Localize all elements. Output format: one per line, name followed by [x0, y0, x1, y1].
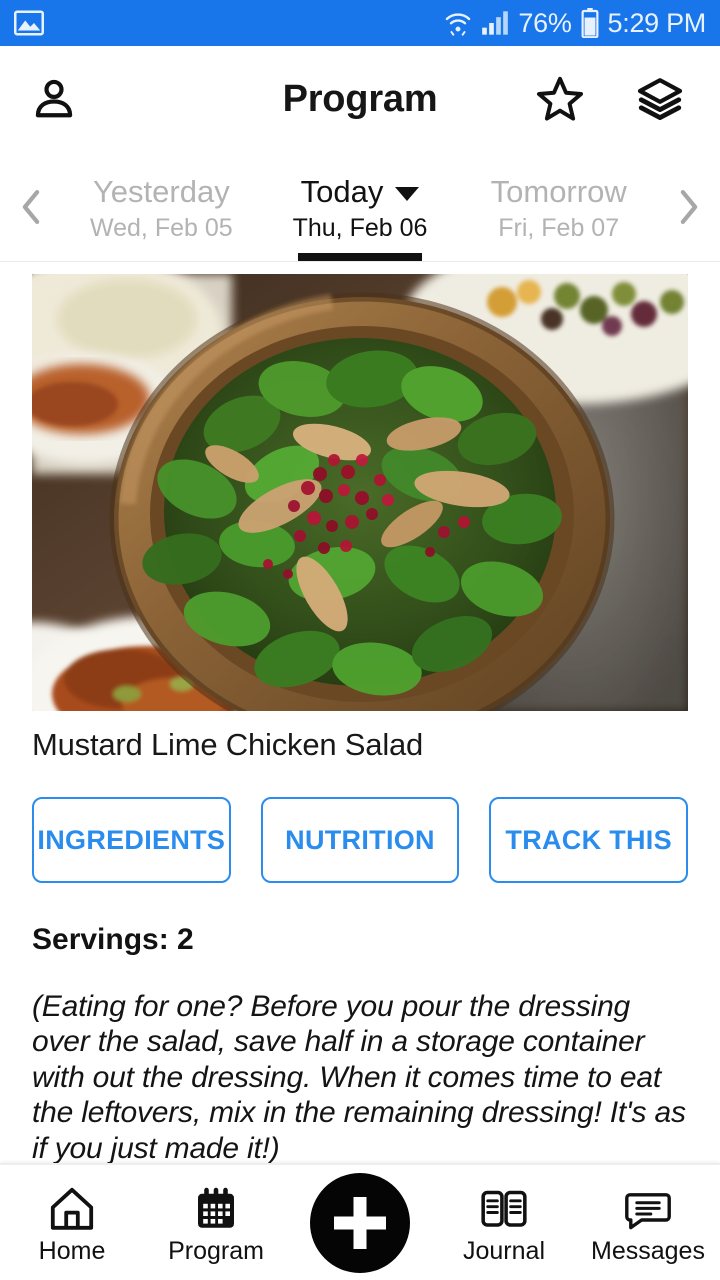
recipe-title: Mustard Lime Chicken Salad [32, 727, 424, 762]
book-icon [479, 1181, 529, 1233]
day-tab-today-date: Thu, Feb 06 [292, 214, 428, 243]
day-tab-today[interactable]: Today Thu, Feb 06 [261, 152, 460, 261]
day-tab-yesterday-date: Wed, Feb 05 [89, 214, 233, 243]
day-selector: Yesterday Wed, Feb 05 Today Thu, Feb 06 … [0, 152, 720, 262]
day-tabs: Yesterday Wed, Feb 05 Today Thu, Feb 06 … [62, 152, 658, 261]
active-tab-indicator [298, 253, 422, 261]
nav-label-journal: Journal [463, 1237, 545, 1265]
clock-label: 5:29 PM [607, 7, 707, 38]
calendar-icon [192, 1181, 240, 1233]
recipe-note: (Eating for one? Before you pour the dre… [32, 990, 686, 1163]
chevron-right-icon[interactable] [658, 152, 720, 261]
nav-label-program: Program [168, 1237, 264, 1265]
track-this-button[interactable]: TRACK THIS [489, 797, 689, 883]
nutrition-button[interactable]: NUTRITION [260, 797, 460, 883]
cellular-signal-icon [481, 10, 509, 36]
day-tab-yesterday[interactable]: Yesterday Wed, Feb 05 [62, 152, 261, 261]
add-button[interactable] [310, 1172, 410, 1273]
person-icon[interactable] [26, 71, 82, 127]
app-screen: 76% 5:29 PM Program Yesterday Wed, Feb 0… [0, 0, 720, 1280]
day-tab-tomorrow-name: Tomorrow [490, 173, 627, 209]
star-outline-icon[interactable] [532, 71, 588, 127]
chevron-left-icon[interactable] [0, 152, 62, 261]
nav-label-messages: Messages [591, 1237, 705, 1265]
ingredients-button[interactable]: INGREDIENTS [32, 797, 231, 883]
day-tab-tomorrow[interactable]: Tomorrow Fri, Feb 07 [459, 152, 658, 261]
app-bar: Program [0, 46, 720, 152]
nav-item-program[interactable]: Program [144, 1165, 288, 1280]
plus-icon [334, 1197, 386, 1249]
nav-label-home: Home [38, 1237, 106, 1265]
status-bar: 76% 5:29 PM [0, 0, 720, 46]
app-bar-actions [532, 71, 688, 127]
day-tab-tomorrow-date: Fri, Feb 07 [498, 214, 620, 243]
nav-item-home[interactable]: Home [0, 1165, 144, 1280]
day-tab-today-name: Today [300, 173, 384, 209]
caret-down-icon[interactable] [395, 186, 420, 201]
bottom-navigation: Home Program Journal Messages [0, 1163, 720, 1280]
layers-icon[interactable] [632, 71, 688, 127]
servings-label: Servings: 2 [32, 923, 194, 956]
battery-icon [581, 8, 599, 38]
status-bar-right: 76% 5:29 PM [444, 8, 706, 38]
day-tab-yesterday-name: Yesterday [92, 173, 230, 209]
home-icon [47, 1181, 97, 1233]
wifi-icon [444, 9, 472, 37]
nav-item-messages[interactable]: Messages [576, 1165, 720, 1280]
meal-photo[interactable] [32, 274, 688, 711]
fab-slot [288, 1165, 432, 1280]
salad-photo-illustration [32, 274, 688, 711]
status-bar-left [14, 10, 44, 36]
meal-content: Mustard Lime Chicken Salad INGREDIENTS N… [0, 262, 720, 1163]
battery-percent-label: 76% [518, 7, 572, 38]
photo-icon [14, 10, 44, 36]
nav-item-journal[interactable]: Journal [432, 1165, 576, 1280]
message-bubble-icon [624, 1181, 672, 1233]
recipe-action-buttons: INGREDIENTS NUTRITION TRACK THIS [32, 797, 689, 883]
